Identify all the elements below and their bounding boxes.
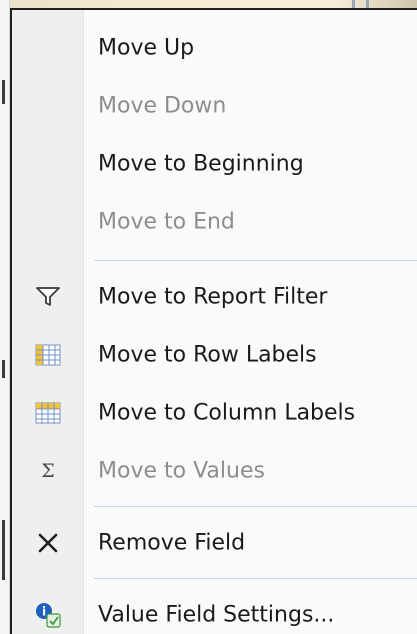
menu-item-label: Move to Values	[98, 458, 265, 484]
menu-item-move-to-report-filter[interactable]: Move to Report Filter	[12, 268, 417, 326]
background-worksheet-edge	[0, 0, 10, 634]
menu-item-remove-field[interactable]: Remove Field	[12, 514, 417, 572]
menu-item-label: Value Field Settings...	[98, 602, 335, 628]
context-menu: Move Up Move Down Move to Beginning Move…	[10, 8, 417, 634]
close-x-icon	[12, 514, 83, 572]
menu-item-move-to-beginning[interactable]: Move to Beginning	[12, 135, 417, 193]
column-labels-grid-icon	[12, 384, 83, 442]
sigma-icon: Σ	[12, 442, 83, 500]
menu-item-label: Move to End	[98, 209, 235, 235]
menu-item-label: Move to Row Labels	[98, 342, 317, 368]
menu-item-label: Remove Field	[98, 530, 246, 556]
menu-item-label: Move to Column Labels	[98, 400, 356, 426]
menu-item-label: Move to Report Filter	[98, 284, 328, 310]
menu-item-move-to-values[interactable]: Σ Move to Values	[12, 442, 417, 500]
menu-item-move-down[interactable]: Move Down	[12, 77, 417, 135]
screen: Move Up Move Down Move to Beginning Move…	[0, 0, 417, 634]
menu-item-value-field-settings[interactable]: i Value Field Settings...	[12, 586, 417, 634]
menu-item-label: Move Down	[98, 93, 227, 119]
background-window-edge	[0, 0, 417, 8]
svg-text:i: i	[41, 605, 45, 619]
menu-item-move-to-row-labels[interactable]: Move to Row Labels	[12, 326, 417, 384]
menu-separator	[94, 260, 417, 261]
menu-separator	[94, 578, 417, 579]
menu-item-label: Move to Beginning	[98, 151, 304, 177]
menu-item-move-to-column-labels[interactable]: Move to Column Labels	[12, 384, 417, 442]
filter-icon	[12, 268, 83, 326]
row-labels-grid-icon	[12, 326, 83, 384]
info-settings-icon: i	[12, 586, 83, 634]
menu-item-label: Move Up	[98, 35, 195, 61]
svg-text:Σ: Σ	[41, 461, 54, 481]
menu-separator	[94, 506, 417, 507]
menu-item-move-to-end[interactable]: Move to End	[12, 193, 417, 251]
menu-item-move-up[interactable]: Move Up	[12, 19, 417, 77]
